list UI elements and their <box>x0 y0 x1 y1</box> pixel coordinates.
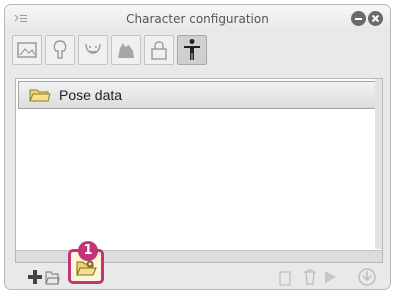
window-title: Character configuration <box>126 12 269 26</box>
folder-add-icon[interactable] <box>45 268 61 286</box>
play-icon[interactable] <box>323 270 337 284</box>
close-icon <box>371 14 380 23</box>
minimize-icon <box>355 18 362 20</box>
delete-icon[interactable] <box>302 268 318 286</box>
tab-image[interactable] <box>12 35 42 65</box>
callout-badge: 1 <box>78 241 98 261</box>
tree-icon <box>53 40 67 59</box>
minimize-button[interactable] <box>351 11 366 26</box>
vertical-scrollbar[interactable] <box>375 79 382 249</box>
title-bar: Character configuration <box>5 5 390 33</box>
category-tabs <box>12 35 210 71</box>
bottom-toolbar <box>5 264 390 289</box>
close-button[interactable] <box>368 11 383 26</box>
lock-icon <box>151 41 167 60</box>
tab-face[interactable] <box>78 35 108 65</box>
animal-icon <box>118 43 134 58</box>
folder-icon <box>29 89 51 102</box>
character-configuration-panel: Character configuration Pose data <box>4 4 391 290</box>
add-icon[interactable] <box>27 269 43 285</box>
face-icon <box>85 43 101 54</box>
image-frame-icon <box>17 42 37 58</box>
tab-pose[interactable] <box>177 35 207 65</box>
list-item-pose-data[interactable]: Pose data <box>18 81 380 109</box>
tab-tree[interactable] <box>45 35 75 65</box>
new-folder-icon <box>76 260 97 276</box>
material-list: Pose data <box>15 78 383 263</box>
duplicate-icon[interactable] <box>278 270 292 286</box>
tab-animal[interactable] <box>111 35 141 65</box>
person-pose-icon <box>184 39 200 60</box>
download-icon[interactable] <box>357 267 377 287</box>
list-item-label: Pose data <box>59 87 123 103</box>
tab-lock[interactable] <box>144 35 174 65</box>
